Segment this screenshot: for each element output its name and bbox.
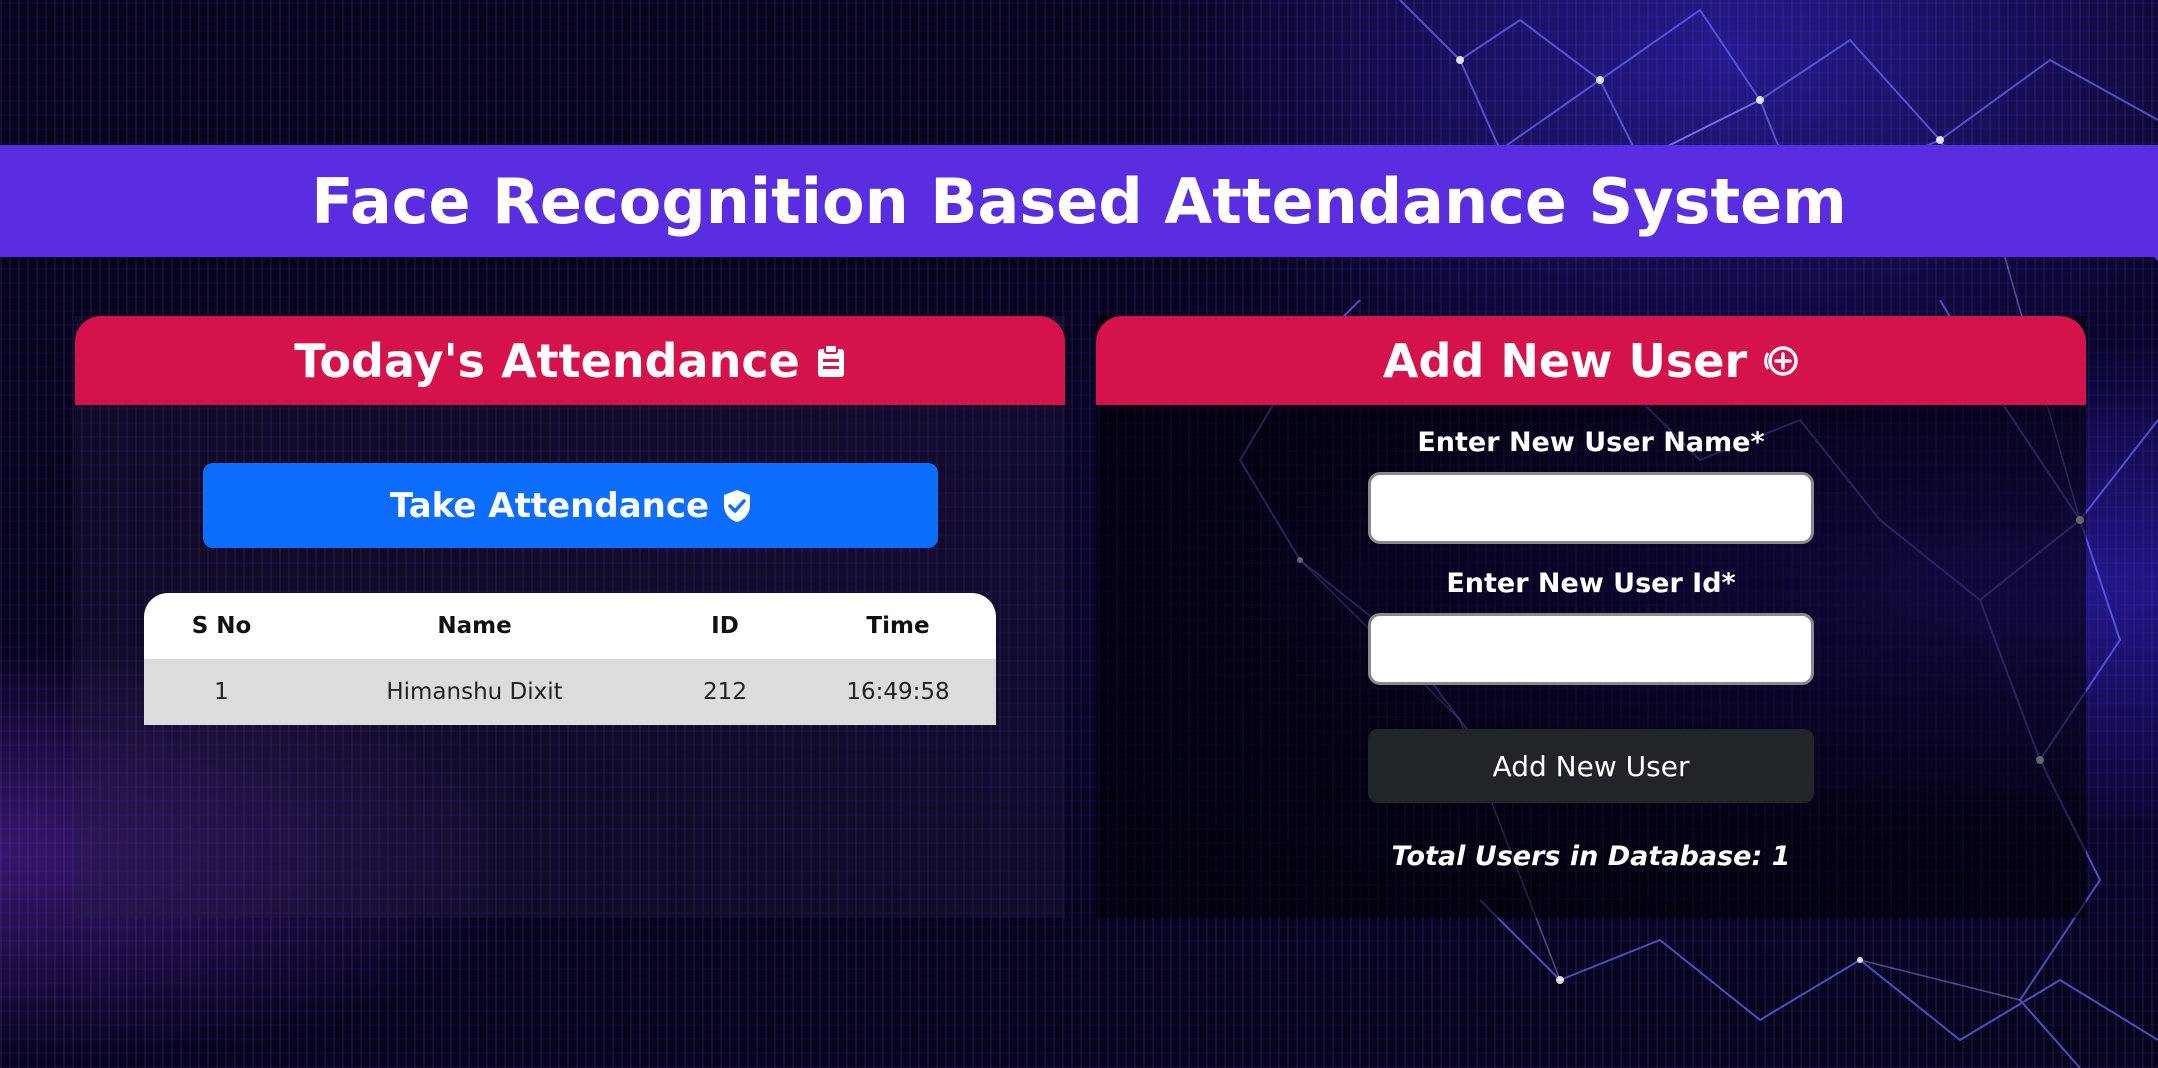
plus-circle-icon bbox=[1763, 343, 1799, 379]
cell-sno: 1 bbox=[214, 679, 229, 705]
column-header-sno: S No bbox=[191, 613, 252, 639]
user-id-label: Enter New User Id* bbox=[1446, 568, 1736, 599]
shield-check-icon bbox=[723, 489, 751, 523]
user-name-input[interactable] bbox=[1368, 472, 1814, 544]
table-row: 1 Himanshu Dixit 212 16:49:58 bbox=[144, 659, 996, 725]
add-new-user-button[interactable]: Add New User bbox=[1368, 729, 1814, 803]
cell-id: 212 bbox=[703, 679, 747, 705]
column-header-id: ID bbox=[711, 613, 739, 639]
page-title: Face Recognition Based Attendance System bbox=[311, 164, 1847, 238]
add-user-panel-title: Add New User bbox=[1382, 333, 1748, 388]
attendance-panel-header: Today's Attendance bbox=[75, 316, 1065, 405]
table-header-row: S No Name ID Time bbox=[144, 593, 996, 659]
attendance-panel-title: Today's Attendance bbox=[294, 333, 800, 388]
clipboard-icon bbox=[816, 343, 846, 378]
attendance-table: S No Name ID Time 1 Himanshu Dixit 212 1… bbox=[144, 593, 996, 725]
attendance-panel: Today's Attendance Take Attendance S No … bbox=[75, 316, 1065, 918]
add-user-panel-header: Add New User bbox=[1096, 316, 2086, 405]
add-user-form: Enter New User Name* Enter New User Id* … bbox=[1096, 405, 2086, 872]
user-id-input[interactable] bbox=[1368, 613, 1814, 685]
add-user-panel: Add New User Enter New User Name* Enter … bbox=[1096, 316, 2086, 918]
take-attendance-button[interactable]: Take Attendance bbox=[203, 463, 938, 548]
column-header-name: Name bbox=[437, 613, 512, 639]
cell-time: 16:49:58 bbox=[846, 679, 950, 705]
header-banner: Face Recognition Based Attendance System bbox=[0, 145, 2158, 257]
column-header-time: Time bbox=[866, 613, 930, 639]
cell-name: Himanshu Dixit bbox=[386, 679, 563, 705]
total-users-text: Total Users in Database: 1 bbox=[1391, 841, 1791, 872]
take-attendance-label: Take Attendance bbox=[389, 485, 710, 526]
user-name-label: Enter New User Name* bbox=[1417, 427, 1765, 458]
